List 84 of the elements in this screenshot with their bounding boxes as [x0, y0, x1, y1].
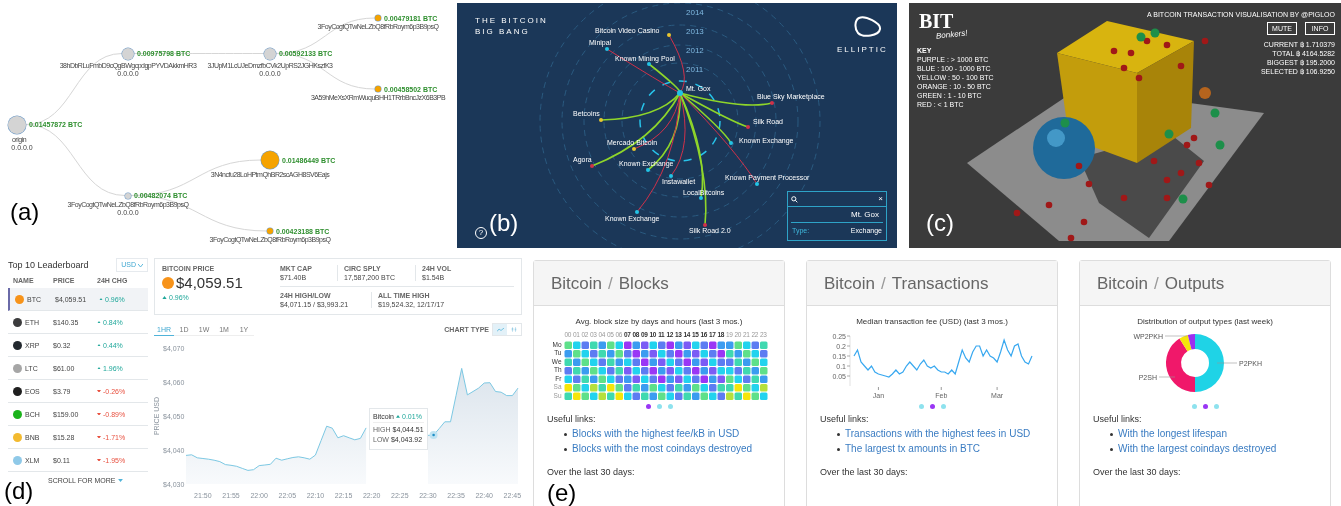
- breadcrumb-link[interactable]: Bitcoin: [1097, 274, 1149, 292]
- candlestick-icon: [511, 327, 517, 332]
- up-arrow-icon: [162, 295, 167, 300]
- node-dot[interactable]: [699, 196, 703, 200]
- tree-node[interactable]: [375, 15, 381, 21]
- year-label: 2011: [685, 66, 705, 74]
- tree-node[interactable]: [125, 192, 131, 199]
- logo: BIT: [919, 11, 954, 31]
- useful-link[interactable]: Blocks with the highest fee/kB in USD: [572, 429, 740, 439]
- tree-node[interactable]: [8, 115, 26, 134]
- panel-label: (e): [547, 481, 577, 505]
- breadcrumb-separator: /: [608, 274, 613, 292]
- title: THE BITCOIN BIG BANG: [475, 15, 548, 37]
- search-field[interactable]: ×: [788, 192, 886, 207]
- logo-tagline: Bonkers!: [935, 29, 968, 41]
- bullet-icon: [1110, 447, 1113, 451]
- node-dot[interactable]: [632, 147, 636, 151]
- panel-label: (a): [10, 200, 40, 224]
- node-dot[interactable]: [703, 223, 707, 227]
- breadcrumb-link[interactable]: Bitcoin: [551, 274, 603, 292]
- breadcrumb-separator: /: [1154, 274, 1159, 292]
- node-dot[interactable]: [605, 47, 609, 51]
- node-dot[interactable]: [677, 90, 683, 96]
- bullet-icon: [1110, 432, 1113, 436]
- breadcrumb-current: Transactions: [891, 274, 989, 292]
- panel-label: (d): [4, 479, 34, 503]
- tree-node[interactable]: [375, 86, 381, 92]
- entity-name: Mt. Gox: [791, 207, 883, 223]
- section-heading: Useful links:: [820, 415, 870, 424]
- node-dot[interactable]: [729, 141, 733, 145]
- line-chart-icon: [496, 327, 504, 332]
- brand-name: ELLIPTIC: [837, 46, 888, 54]
- caret-icon: [118, 479, 124, 482]
- node-dot[interactable]: [635, 210, 639, 214]
- tree-node[interactable]: [261, 151, 279, 169]
- useful-link[interactable]: With the longest lifespan: [1118, 429, 1227, 439]
- node-dot[interactable]: [770, 101, 774, 105]
- breadcrumb-current: Blocks: [618, 274, 669, 292]
- up-arrow-icon: [396, 415, 400, 418]
- clear-button[interactable]: ×: [878, 195, 883, 203]
- bullet-icon: [837, 447, 840, 451]
- useful-link[interactable]: The largest tx amounts in BTC: [845, 444, 981, 454]
- node-dot[interactable]: [590, 164, 594, 168]
- year-label: 2014: [685, 9, 705, 17]
- node-dot[interactable]: [669, 174, 673, 178]
- tree-node[interactable]: [122, 47, 134, 60]
- chart-type-button[interactable]: [493, 324, 507, 335]
- section-heading: Over the last 30 days:: [547, 468, 636, 477]
- tree-node[interactable]: [267, 228, 273, 234]
- useful-link[interactable]: Blocks with the most coindays destroyed: [572, 444, 753, 454]
- bitcoin-price: $4,059.51: [176, 275, 243, 290]
- leader-line: [1164, 335, 1188, 337]
- caret-icon: [138, 263, 143, 267]
- node-dot[interactable]: [746, 125, 750, 129]
- section-heading: Useful links:: [547, 415, 597, 424]
- node-dot[interactable]: [646, 168, 650, 172]
- breadcrumb-link[interactable]: Bitcoin: [824, 274, 876, 292]
- bullet-icon: [564, 432, 567, 436]
- chart-title: Median transaction fee (USD) (last 3 mos.): [855, 318, 1009, 326]
- section-heading: Useful links:: [1093, 415, 1143, 424]
- useful-link[interactable]: With the largest coindays destroyed: [1118, 444, 1277, 454]
- breadcrumb-separator: /: [881, 274, 886, 292]
- leaderboard-title: Top 10 Leaderboard: [8, 260, 89, 270]
- logo-icon: [853, 15, 883, 39]
- section-heading: Over the last 30 days:: [1093, 468, 1182, 477]
- year-label: 2013: [685, 28, 705, 36]
- node-dot[interactable]: [599, 118, 603, 122]
- chart-title: Distribution of output types (last week): [1136, 318, 1274, 326]
- leader-line: [1158, 376, 1176, 378]
- section-heading: Over the last 30 days:: [820, 468, 909, 477]
- bullet-icon: [564, 447, 567, 451]
- bullet-icon: [837, 432, 840, 436]
- panel-label: (b): [489, 211, 519, 235]
- search-icon: [791, 195, 798, 203]
- panel-label: (c): [926, 211, 954, 235]
- breadcrumb-current: Outputs: [1164, 274, 1225, 292]
- node-dot[interactable]: [647, 62, 651, 66]
- chart-title: Avg. block size by days and hours (last 3 mos.): [574, 318, 744, 326]
- hover-marker: [429, 431, 438, 440]
- node-dot[interactable]: [667, 33, 671, 37]
- tree-node[interactable]: [264, 47, 276, 60]
- node-dot[interactable]: [755, 182, 759, 186]
- useful-link[interactable]: Transactions with the highest fees in USD: [845, 429, 1031, 439]
- year-label: 2012: [685, 47, 705, 55]
